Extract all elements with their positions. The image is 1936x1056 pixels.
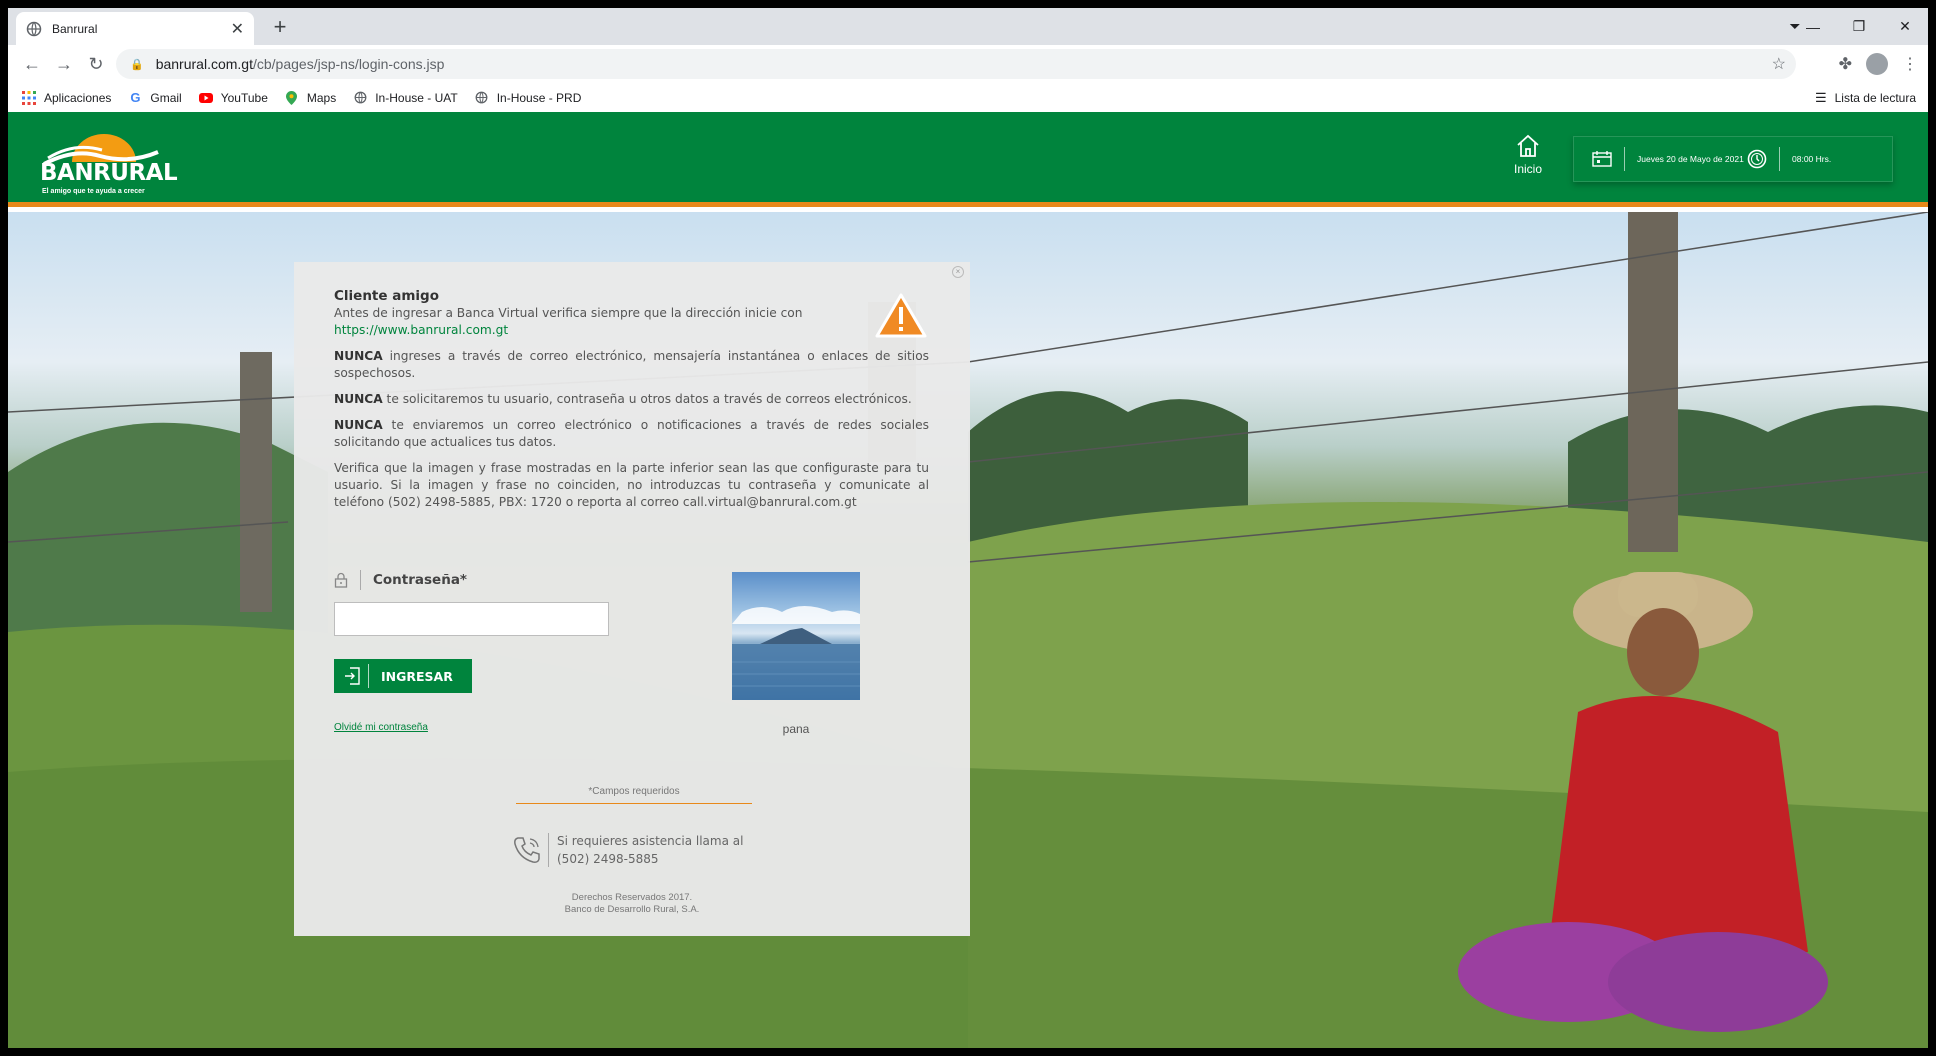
maps-pin-icon [285, 90, 299, 105]
bookmark-gmail[interactable]: G Gmail [128, 90, 182, 105]
bookmark-label: In-House - PRD [496, 90, 582, 105]
forward-icon[interactable]: → [48, 54, 80, 75]
new-tab-button[interactable]: + [266, 14, 294, 42]
notice-paragraph: NUNCA te enviaremos un correo electrónic… [334, 417, 929, 451]
notice-text: te enviaremos un correo electrónico o no… [334, 418, 929, 449]
restore-button[interactable]: ❐ [1836, 18, 1882, 35]
security-phrase: pana [782, 722, 810, 736]
bookmark-label: Aplicaciones [44, 90, 112, 105]
home-icon [1517, 134, 1539, 157]
bookmark-star-icon[interactable]: ☆ [1772, 54, 1786, 74]
globe-icon [26, 21, 42, 36]
required-fields-note: *Campos requeridos [516, 786, 752, 804]
security-image [732, 572, 860, 700]
notice-emphasis: NUNCA [334, 392, 383, 406]
apps-grid-icon [22, 90, 36, 105]
bookmarks-bar: Aplicaciones G Gmail YouTube Maps In-Hou… [8, 83, 1928, 113]
official-site-link[interactable]: https://www.banrural.com.gt [334, 323, 508, 337]
notice-title: Cliente amigo [334, 288, 439, 304]
notice-paragraph: NUNCA te solicitaremos tu usuario, contr… [334, 391, 929, 408]
assistance-phone: (502) 2498-5885 [557, 852, 659, 866]
nav-home-label: Inicio [1513, 162, 1542, 176]
phone-icon [514, 837, 540, 863]
warning-icon [875, 293, 927, 338]
google-icon: G [130, 90, 141, 105]
reading-list-button[interactable]: ☰ Lista de lectura [1815, 83, 1916, 113]
calendar-icon [1592, 151, 1612, 167]
card-footer: Derechos Reservados 2017. Banco de Desar… [294, 892, 970, 916]
lake-volcano-image [732, 606, 860, 700]
bookmark-label: YouTube [220, 90, 268, 105]
reload-icon[interactable]: ↻ [80, 54, 112, 75]
forgot-password-link[interactable]: Olvidé mi contraseña [334, 722, 428, 733]
tab-strip: Banrural ✕ + ⏷ — ❐ ✕ [8, 8, 1928, 45]
logo-tagline: El amigo que te ayuda a crecer [42, 188, 145, 195]
back-icon[interactable]: ← [16, 54, 48, 75]
browser-window: Banrural ✕ + ⏷ — ❐ ✕ ← → ↻ 🔒 banrural.co… [8, 8, 1928, 1048]
minimize-button[interactable]: — [1790, 19, 1836, 35]
logo-text: BANRURAL [40, 160, 178, 186]
login-card: × Cliente amigo Antes de ingresar a Banc… [294, 262, 970, 936]
lock-icon[interactable]: 🔒 [130, 58, 144, 71]
notice-emphasis: NUNCA [334, 349, 383, 363]
close-window-button[interactable]: ✕ [1882, 18, 1928, 35]
datetime-panel: Jueves 20 de Mayo de 2021 08:00 Hrs. [1573, 136, 1893, 182]
site-header: BANRURAL El amigo que te ayuda a crecer … [8, 112, 1928, 207]
youtube-icon [198, 91, 213, 105]
login-door-icon [345, 667, 360, 685]
bookmark-inhouse-prd[interactable]: In-House - PRD [475, 90, 582, 105]
close-icon[interactable]: × [952, 266, 964, 278]
avatar[interactable] [1866, 53, 1888, 75]
password-label: Contraseña* [373, 572, 467, 588]
notice-intro-text: Antes de ingresar a Banca Virtual verifi… [334, 306, 803, 320]
nav-home[interactable]: Inicio [1498, 134, 1558, 176]
password-label-row: Contraseña* [334, 570, 467, 590]
current-date: Jueves 20 de Mayo de 2021 [1637, 154, 1744, 164]
login-button[interactable]: INGRESAR [334, 659, 472, 693]
browser-toolbar: ← → ↻ 🔒 banrural.com.gt/cb/pages/jsp-ns/… [8, 45, 1928, 83]
globe-icon [353, 91, 367, 105]
bookmark-inhouse-uat[interactable]: In-House - UAT [353, 90, 458, 105]
security-notice: Cliente amigo Antes de ingresar a Banca … [334, 288, 929, 511]
assistance-text: Si requieres asistencia llama al [557, 834, 744, 848]
notice-text: te solicitaremos tu usuario, contraseña … [382, 392, 912, 406]
url-host: banrural.com.gt [155, 56, 253, 72]
bookmark-maps[interactable]: Maps [285, 90, 337, 105]
notice-paragraph: NUNCA ingreses a través de correo electr… [334, 348, 929, 382]
close-tab-icon[interactable]: ✕ [231, 19, 244, 39]
bookmark-label: Maps [306, 90, 337, 105]
kebab-menu-icon[interactable]: ⋮ [1902, 54, 1918, 74]
page-viewport: BANRURAL El amigo que te ayuda a crecer … [8, 112, 1928, 1048]
reading-list-label: Lista de lectura [1834, 91, 1916, 105]
extensions-icon[interactable]: ✤ [1839, 54, 1852, 74]
browser-tab[interactable]: Banrural ✕ [16, 12, 254, 45]
bookmark-youtube[interactable]: YouTube [198, 90, 268, 105]
notice-paragraph: Verifica que la imagen y frase mostradas… [334, 461, 929, 509]
address-bar[interactable]: 🔒 banrural.com.gt/cb/pages/jsp-ns/login-… [116, 49, 1796, 79]
assistance-info: Si requieres asistencia llama al (502) 2… [512, 832, 743, 868]
password-field[interactable] [334, 602, 609, 636]
current-time: 08:00 Hrs. [1792, 154, 1832, 164]
notice-emphasis: NUNCA [334, 418, 383, 432]
copyright-text: Derechos Reservados 2017. [571, 892, 693, 903]
bank-name: Banco de Desarrollo Rural, S.A. [564, 904, 700, 915]
bookmark-label: Gmail [150, 90, 182, 105]
login-button-label: INGRESAR [381, 668, 453, 684]
bookmark-aplicaciones[interactable]: Aplicaciones [22, 90, 112, 105]
notice-intro: Antes de ingresar a Banca Virtual verifi… [334, 305, 858, 339]
tab-title: Banrural [52, 21, 98, 36]
clock-icon [1747, 149, 1767, 169]
globe-icon [475, 91, 489, 105]
url-path: /cb/pages/jsp-ns/login-cons.jsp [252, 56, 445, 72]
bookmark-label: In-House - UAT [375, 90, 458, 105]
notice-text: ingreses a través de correo electrónico,… [334, 349, 929, 380]
reading-list-icon: ☰ [1814, 90, 1827, 105]
padlock-icon [334, 572, 348, 588]
